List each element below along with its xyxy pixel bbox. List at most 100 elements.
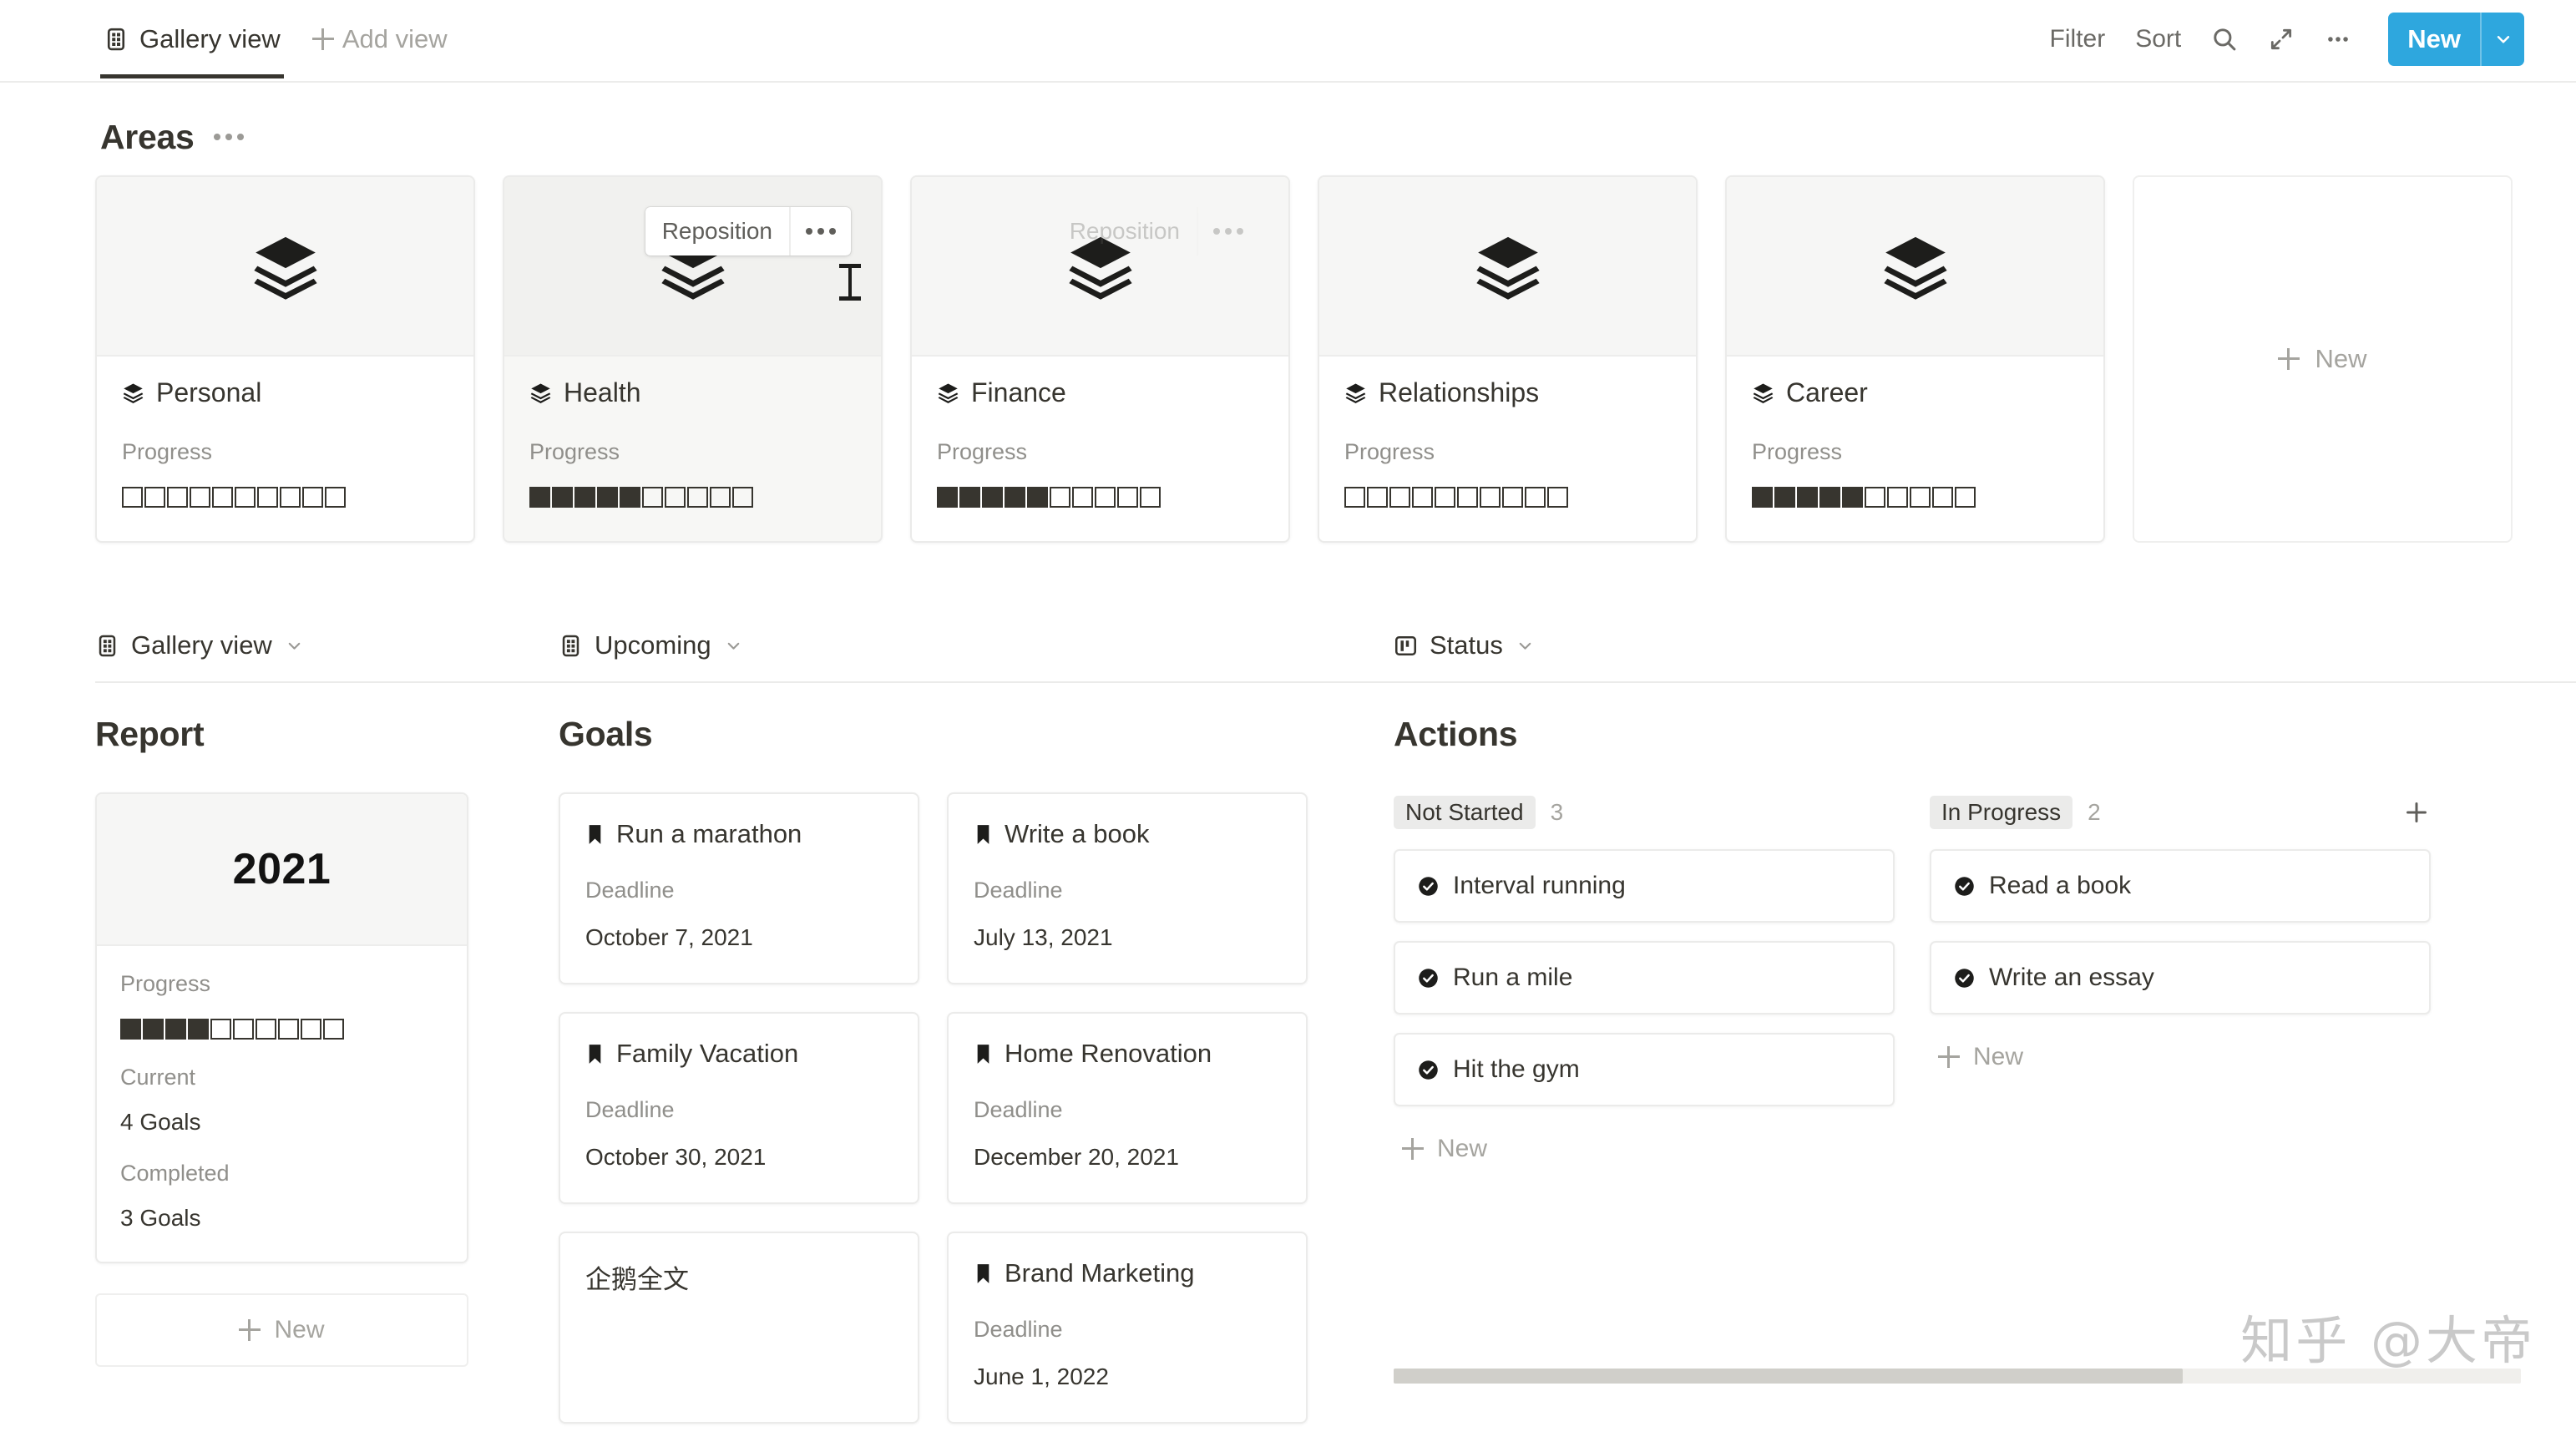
progress-square-filled bbox=[574, 487, 595, 508]
area-card-relationships[interactable]: Relationships Progress bbox=[1318, 175, 1698, 543]
area-body: Personal Progress bbox=[97, 357, 473, 538]
progress-square-empty bbox=[1525, 487, 1546, 508]
goal-card[interactable]: Home Renovation Deadline December 20, 20… bbox=[947, 1012, 1308, 1204]
progress-square-empty bbox=[1344, 487, 1365, 508]
progress-label: Progress bbox=[937, 439, 1028, 464]
tab-gallery-view[interactable]: Gallery view bbox=[100, 0, 284, 78]
goal-card[interactable]: Write a book Deadline July 13, 2021 bbox=[947, 792, 1308, 984]
lower-columns: Gallery view Report 2021 Progress Curren… bbox=[0, 630, 2576, 1424]
linked-view-status[interactable]: Status bbox=[1394, 630, 2576, 683]
view-tabs: Gallery view Add view bbox=[0, 0, 448, 78]
board-card[interactable]: Write an essay bbox=[1930, 941, 2431, 1014]
goal-card[interactable]: Run a marathon Deadline October 7, 2021 bbox=[559, 792, 919, 984]
add-view-button[interactable]: Add view bbox=[311, 0, 448, 78]
chevron-down-icon[interactable] bbox=[2480, 13, 2524, 66]
new-report-button[interactable]: New bbox=[95, 1293, 468, 1367]
progress-square-filled bbox=[1005, 487, 1025, 508]
scrollbar-thumb[interactable] bbox=[1394, 1369, 2183, 1384]
progress-square-filled bbox=[1842, 487, 1863, 508]
board-new-button[interactable]: New bbox=[1930, 1033, 2431, 1081]
gallery-grid-icon bbox=[104, 27, 129, 52]
area-body: Finance Progress bbox=[912, 357, 1288, 538]
progress-square-empty bbox=[1140, 487, 1161, 508]
progress-square-empty bbox=[1932, 487, 1953, 508]
progress-square-empty bbox=[710, 487, 731, 508]
new-button[interactable]: New bbox=[2388, 13, 2480, 66]
board-column-header: In Progress 2 bbox=[1930, 792, 2431, 832]
progress-bar bbox=[120, 1019, 443, 1040]
check-circle-icon bbox=[1953, 875, 1976, 898]
page-content: Areas Personal Progress Reposition Healt… bbox=[0, 112, 2576, 1424]
report-card[interactable]: 2021 Progress Current 4 Goals Completed … bbox=[95, 792, 468, 1263]
board-card[interactable]: Read a book bbox=[1930, 849, 2431, 923]
board-card-title: Write an essay bbox=[1989, 964, 2154, 991]
board-card[interactable]: Interval running bbox=[1394, 849, 1895, 923]
board-card-title: Interval running bbox=[1453, 872, 1626, 899]
chevron-down-icon[interactable] bbox=[1515, 635, 1536, 656]
progress-square-empty bbox=[1412, 487, 1433, 508]
area-body: Career Progress bbox=[1727, 357, 2103, 538]
area-card-health[interactable]: Reposition Health Progress bbox=[503, 175, 883, 543]
board-card[interactable]: Run a mile bbox=[1394, 941, 1895, 1014]
board-new-label: New bbox=[1437, 1135, 1488, 1162]
progress-square-filled bbox=[143, 1019, 164, 1040]
progress-square-empty bbox=[144, 487, 165, 508]
progress-bar bbox=[1344, 487, 1671, 508]
goal-title: Run a marathon bbox=[616, 819, 802, 848]
linked-view-gallery-label: Gallery view bbox=[131, 630, 272, 660]
board-card-title: Read a book bbox=[1989, 872, 2132, 899]
layers-icon bbox=[529, 382, 552, 404]
new-area-card-label: New bbox=[2315, 344, 2367, 373]
status-badge[interactable]: In Progress bbox=[1930, 796, 2073, 829]
progress-square-filled bbox=[1774, 487, 1795, 508]
bookmark-icon bbox=[974, 824, 993, 845]
progress-square-filled bbox=[1752, 487, 1773, 508]
area-card-personal[interactable]: Personal Progress bbox=[95, 175, 475, 543]
goal-card[interactable]: Family Vacation Deadline October 30, 202… bbox=[559, 1012, 919, 1204]
sort-button[interactable]: Sort bbox=[2120, 25, 2196, 53]
area-card-finance[interactable]: Reposition Finance Progress bbox=[910, 175, 1290, 543]
area-card-career[interactable]: Career Progress bbox=[1725, 175, 2105, 543]
progress-square-empty bbox=[1050, 487, 1070, 508]
deadline-value: October 30, 2021 bbox=[585, 1144, 767, 1170]
progress-square-empty bbox=[1547, 487, 1568, 508]
goals-gallery: Run a marathon Deadline October 7, 2021 … bbox=[559, 792, 1310, 1424]
new-area-card-button[interactable]: New bbox=[2133, 175, 2513, 543]
chevron-down-icon[interactable] bbox=[723, 635, 744, 656]
goal-title-row: Brand Marketing bbox=[974, 1258, 1281, 1288]
linked-view-upcoming[interactable]: Upcoming bbox=[559, 630, 1394, 683]
status-board: Not Started 3 Interval running Run a mil… bbox=[1394, 792, 2576, 1384]
add-card-icon[interactable] bbox=[2402, 798, 2431, 827]
progress-square-empty bbox=[1367, 487, 1388, 508]
check-circle-icon bbox=[1417, 1059, 1440, 1081]
progress-square-empty bbox=[278, 1019, 299, 1040]
expand-arrows-icon[interactable] bbox=[2256, 14, 2306, 64]
goals-column: Upcoming Goals Run a marathon Deadline O… bbox=[559, 630, 1394, 1424]
goal-card[interactable]: 企鹅全文 bbox=[559, 1232, 919, 1424]
card-ellipsis-icon[interactable] bbox=[791, 207, 851, 256]
linked-view-status-label: Status bbox=[1430, 630, 1503, 660]
board-new-button[interactable]: New bbox=[1394, 1125, 1895, 1173]
progress-square-filled bbox=[620, 487, 640, 508]
linked-view-gallery[interactable]: Gallery view bbox=[95, 630, 559, 683]
chevron-down-icon[interactable] bbox=[284, 635, 305, 656]
progress-square-empty bbox=[257, 487, 278, 508]
goal-title-row: Write a book bbox=[974, 819, 1281, 849]
goal-title: 企鹅全文 bbox=[585, 1265, 689, 1294]
goal-card[interactable]: Brand Marketing Deadline June 1, 2022 bbox=[947, 1232, 1308, 1424]
progress-square-filled bbox=[1027, 487, 1048, 508]
board-card[interactable]: Hit the gym bbox=[1394, 1033, 1895, 1106]
reposition-button[interactable]: Reposition bbox=[645, 207, 791, 256]
progress-square-empty bbox=[665, 487, 686, 508]
status-column: Status Actions Not Started 3 Interval ru… bbox=[1394, 630, 2576, 1384]
progress-bar bbox=[529, 487, 856, 508]
progress-bar bbox=[1752, 487, 2078, 508]
progress-square-empty bbox=[1887, 487, 1908, 508]
filter-button[interactable]: Filter bbox=[2035, 25, 2121, 53]
status-badge[interactable]: Not Started bbox=[1394, 796, 1536, 829]
search-icon[interactable] bbox=[2199, 14, 2250, 64]
areas-ellipsis-icon[interactable] bbox=[210, 127, 247, 147]
tab-gallery-view-label: Gallery view bbox=[139, 24, 281, 53]
deadline-label: Deadline bbox=[974, 878, 1063, 903]
ellipsis-icon[interactable] bbox=[2313, 14, 2363, 64]
